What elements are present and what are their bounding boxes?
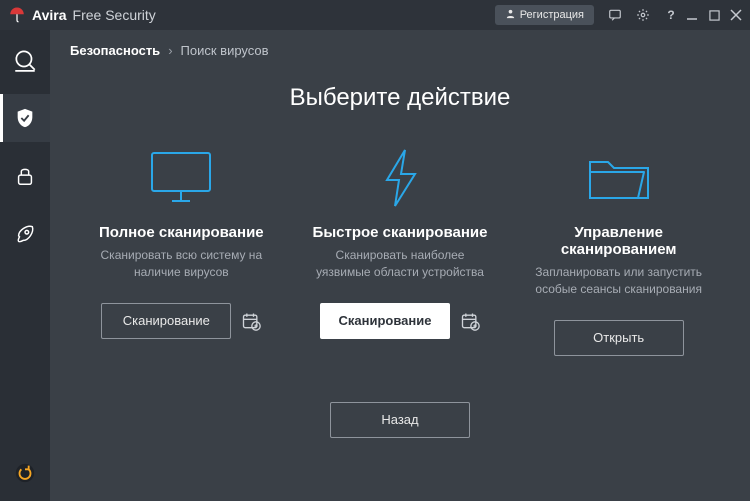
umbrella-icon	[8, 6, 26, 24]
register-label: Регистрация	[520, 9, 584, 21]
minimize-button[interactable]	[686, 9, 698, 21]
full-scan-button[interactable]: Сканирование	[101, 303, 231, 339]
help-icon[interactable]: ?	[664, 8, 678, 22]
schedule-icon[interactable]	[460, 311, 480, 331]
card-desc: Запланировать или запустить особые сеанс…	[529, 264, 709, 298]
breadcrumb: Безопасность › Поиск вирусов	[50, 30, 750, 70]
close-button[interactable]	[730, 9, 742, 21]
sidebar-item-performance[interactable]	[0, 210, 50, 258]
page-title: Выберите действие	[50, 84, 750, 112]
manage-scan-button[interactable]: Открыть	[554, 320, 684, 356]
card-quick-scan: Быстрое сканирование Сканировать наиболе…	[299, 142, 502, 356]
title-bar: Avira Free Security Регистрация ?	[0, 0, 750, 30]
titlebar-actions: ?	[608, 8, 678, 22]
maximize-button[interactable]	[708, 9, 720, 21]
card-title: Быстрое сканирование	[313, 224, 488, 241]
card-manage-scan: Управление сканированием Запланировать и…	[517, 142, 720, 356]
user-icon	[505, 8, 516, 22]
register-button[interactable]: Регистрация	[495, 5, 594, 25]
card-title: Управление сканированием	[523, 224, 714, 258]
sidebar-item-refresh[interactable]	[14, 462, 36, 489]
breadcrumb-root[interactable]: Безопасность	[70, 43, 160, 58]
main-content: Безопасность › Поиск вирусов Выберите де…	[50, 30, 750, 501]
app-identity: Avira Free Security	[8, 6, 156, 24]
sidebar-item-privacy[interactable]	[0, 152, 50, 200]
monitor-icon	[146, 142, 216, 214]
folder-icon	[584, 142, 654, 214]
card-full-scan: Полное сканирование Сканировать всю сист…	[80, 142, 283, 356]
breadcrumb-current: Поиск вирусов	[181, 43, 269, 58]
card-desc: Сканировать наиболее уязвимые области ус…	[310, 247, 490, 281]
back-button[interactable]: Назад	[330, 402, 470, 438]
scan-options: Полное сканирование Сканировать всю сист…	[50, 142, 750, 356]
window-controls	[686, 9, 742, 21]
app-brand: Avira	[32, 7, 67, 23]
sidebar	[0, 30, 50, 501]
quick-scan-button[interactable]: Сканирование	[320, 303, 450, 339]
chevron-right-icon: ›	[168, 43, 172, 58]
lightning-icon	[377, 142, 423, 214]
sidebar-item-status[interactable]	[0, 36, 50, 84]
card-title: Полное сканирование	[99, 224, 264, 241]
feedback-icon[interactable]	[608, 8, 622, 22]
gear-icon[interactable]	[636, 8, 650, 22]
card-desc: Сканировать всю систему на наличие вирус…	[91, 247, 271, 281]
sidebar-item-security[interactable]	[0, 94, 50, 142]
schedule-icon[interactable]	[241, 311, 261, 331]
app-product: Free Security	[73, 7, 156, 23]
